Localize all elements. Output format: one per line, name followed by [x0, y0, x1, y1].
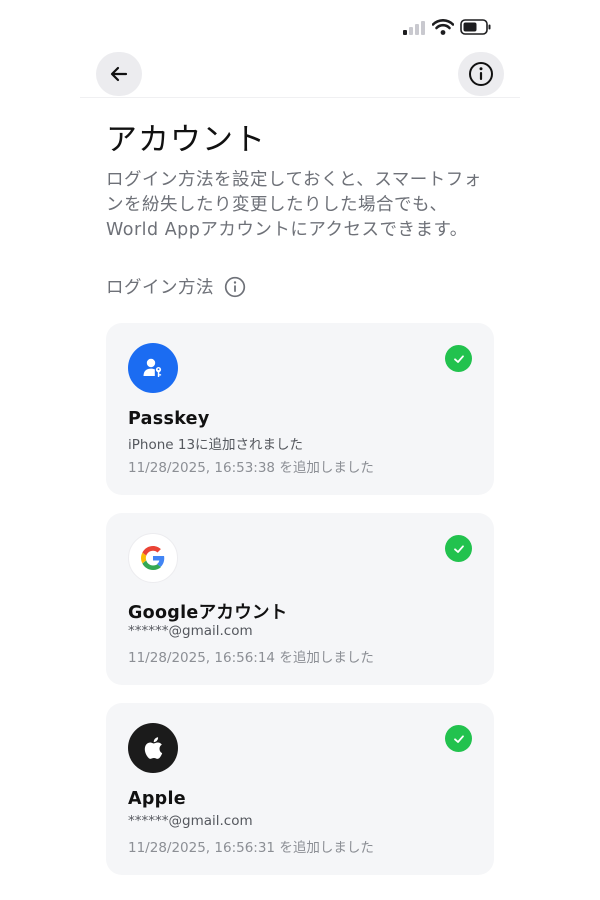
cellular-signal-icon — [403, 21, 425, 35]
check-icon — [445, 725, 472, 752]
method-title: Googleアカウント — [128, 603, 288, 623]
wifi-icon — [432, 19, 454, 35]
method-title: Passkey — [128, 409, 210, 429]
method-title: Apple — [128, 789, 186, 809]
status-bar — [0, 0, 600, 50]
arrow-left-icon — [110, 66, 128, 82]
info-button[interactable] — [458, 52, 504, 96]
passkey-icon — [128, 343, 178, 393]
nav-bar — [0, 52, 600, 98]
login-method-card-google[interactable]: Googleアカウント ******@gmail.com 11/28/2025,… — [106, 513, 494, 685]
battery-icon — [460, 19, 491, 35]
back-button[interactable] — [96, 52, 142, 96]
method-added-date: 11/28/2025, 16:53:38 を追加しました — [128, 460, 374, 476]
info-circle-icon — [469, 62, 493, 86]
method-added-date: 11/28/2025, 16:56:31 を追加しました — [128, 840, 374, 856]
info-circle-icon[interactable] — [224, 276, 246, 298]
method-subtitle: iPhone 13に追加されました — [128, 437, 304, 453]
method-subtitle: ******@gmail.com — [128, 623, 253, 639]
page-title: アカウント — [106, 122, 266, 158]
page-description: ログイン方法を設定しておくと、スマートフォンを紛失したり変更したりした場合でも、… — [106, 170, 482, 240]
login-method-card-apple[interactable]: Apple ******@gmail.com 11/28/2025, 16:56… — [106, 703, 494, 875]
login-method-card-passkey[interactable]: Passkey iPhone 13に追加されました 11/28/2025, 16… — [106, 323, 494, 495]
method-added-date: 11/28/2025, 16:56:14 を追加しました — [128, 650, 374, 666]
section-label-text: ログイン方法 — [106, 278, 214, 298]
google-icon — [128, 533, 178, 583]
login-methods-section-label: ログイン方法 — [106, 274, 246, 299]
check-icon — [445, 535, 472, 562]
header-divider — [80, 97, 520, 98]
apple-icon — [128, 723, 178, 773]
check-icon — [445, 345, 472, 372]
method-subtitle: ******@gmail.com — [128, 813, 253, 829]
